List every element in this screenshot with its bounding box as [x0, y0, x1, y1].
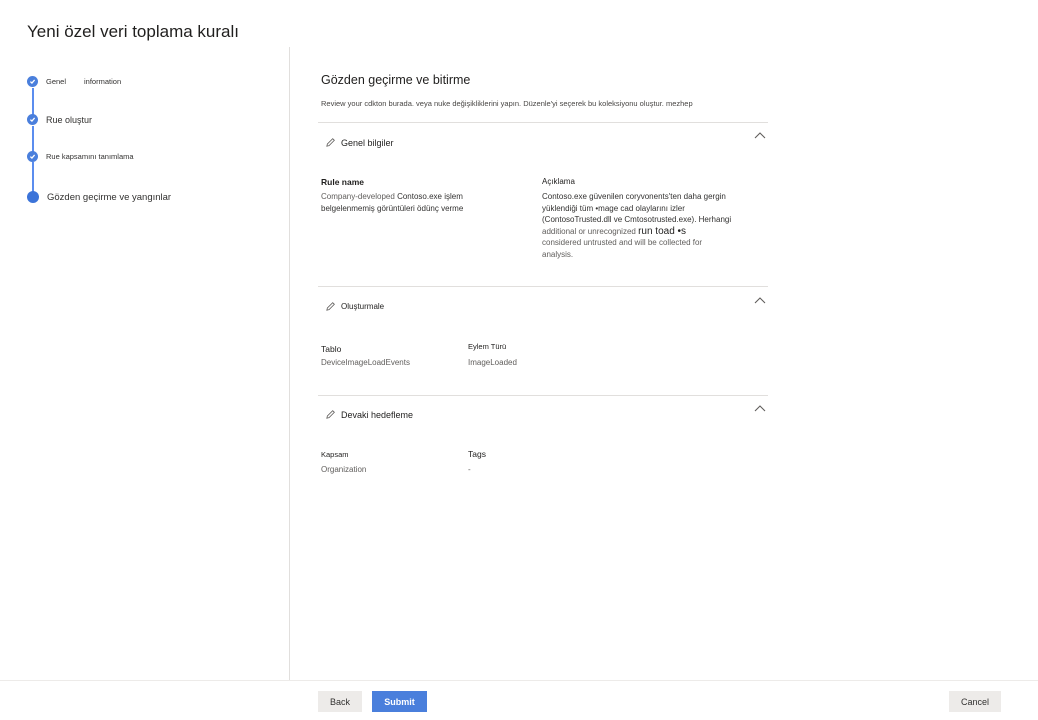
- check-icon: [27, 151, 38, 162]
- pencil-icon[interactable]: [325, 301, 336, 312]
- wizard-step-review[interactable]: Gözden geçirme ve yangınlar: [27, 191, 171, 203]
- scope-label: Kapsam: [321, 450, 349, 459]
- description-label: Açıklama: [542, 177, 575, 186]
- step-connector: [32, 88, 34, 116]
- section-divider: [318, 395, 768, 396]
- section-title: Genel bilgiler: [341, 137, 394, 148]
- section-scope-header[interactable]: Devaki hedefleme: [325, 409, 413, 420]
- submit-button[interactable]: Submit: [372, 691, 427, 712]
- section-divider: [318, 286, 768, 287]
- chevron-up-icon[interactable]: [754, 296, 766, 304]
- wizard-step-general[interactable]: Genel information: [27, 76, 121, 87]
- description-value: Contoso.exe güvenilen coryvonents'ten da…: [542, 192, 732, 259]
- panel-divider: [289, 47, 290, 680]
- footer-divider: [0, 680, 1038, 681]
- check-icon: [27, 114, 38, 125]
- step-connector: [32, 162, 34, 192]
- step-connector: [32, 126, 34, 152]
- section-general-header[interactable]: Genel bilgiler: [325, 137, 394, 148]
- chevron-up-icon[interactable]: [754, 131, 766, 139]
- check-icon: [27, 76, 38, 87]
- wizard-step-create-rule[interactable]: Rue oluştur: [27, 114, 92, 125]
- wizard-step-define-scope[interactable]: Rue kapsamını tanımlama: [27, 151, 134, 162]
- section-title: Devaki hedefleme: [341, 409, 414, 420]
- page-title: Gözden geçirme ve bitirme: [321, 73, 471, 87]
- rule-name-label: Rule name: [321, 177, 364, 187]
- rule-name-value: Company-developed Contoso.exe işlem belg…: [321, 192, 464, 213]
- current-step-icon: [27, 191, 39, 203]
- action-type-value: ImageLoaded: [468, 358, 517, 367]
- cancel-button[interactable]: Cancel: [949, 691, 1001, 712]
- pencil-icon[interactable]: [325, 409, 336, 420]
- wizard-step-label: Genel information: [46, 77, 122, 86]
- table-value: DeviceImageLoadEvents: [321, 358, 410, 367]
- section-divider: [318, 122, 768, 123]
- section-title: Oluşturmale: [341, 302, 385, 311]
- section-create-header[interactable]: Oluşturmale: [325, 301, 384, 312]
- action-type-label: Eylem Türü: [468, 342, 507, 351]
- wizard-step-label: Gözden geçirme ve yangınlar: [47, 191, 172, 203]
- chevron-up-icon[interactable]: [754, 404, 766, 412]
- pencil-icon[interactable]: [325, 137, 336, 148]
- table-label: Tablo: [321, 344, 342, 354]
- tags-value: -: [468, 465, 471, 474]
- tags-label: Tags: [468, 449, 486, 459]
- window-title: Yeni özel veri toplama kuralı: [27, 22, 239, 41]
- scope-value: Organization: [321, 465, 367, 474]
- wizard-step-label: Rue kapsamını tanımlama: [46, 152, 134, 161]
- intro-text: Review your cdkton burada. veya nuke değ…: [321, 99, 693, 108]
- back-button[interactable]: Back: [318, 691, 362, 712]
- wizard-step-label: Rue oluştur: [46, 114, 93, 125]
